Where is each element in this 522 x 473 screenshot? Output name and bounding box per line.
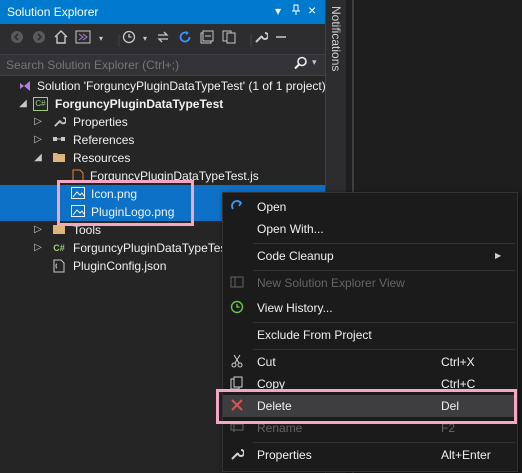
menu-item-cut[interactable]: Cut Ctrl+X [223,351,517,373]
tree-row-resources[interactable]: ◢ Resources [0,149,325,167]
panel-dropdown-icon[interactable]: ▾ [275,4,281,18]
menu-separator [253,322,515,323]
csharp-file-icon: C# [53,243,65,253]
menu-shortcut: Alt+Enter [441,448,491,462]
show-all-files-icon[interactable] [220,30,238,48]
collapse-all-icon[interactable] [198,30,216,48]
references-icon [52,133,66,147]
highlight-box-files [57,180,194,226]
context-menu: Open Open With... Code Cleanup ▶ New Sol… [222,192,518,472]
sync-icon[interactable] [154,30,172,48]
solution-label: Solution 'ForguncyPluginDataTypeTest' (1… [37,79,326,93]
highlight-box-delete [216,389,517,424]
scissors-icon [229,354,245,370]
submenu-arrow-icon: ▶ [495,251,502,260]
tree-row-project[interactable]: ◢ C# ForguncyPluginDataTypeTest [0,95,325,113]
history-icon [229,300,245,316]
menu-label: Open With... [257,222,324,236]
menu-item-open-with[interactable]: Open With... [223,218,517,240]
search-icon[interactable] [294,56,308,73]
search-bar: ▾ [0,54,325,76]
dropdown-icon[interactable]: ▾ [92,30,110,48]
open-icon [229,199,245,215]
menu-separator [253,349,515,350]
vs-icon[interactable] [74,30,92,48]
menu-separator [253,243,515,244]
menu-item-exclude[interactable]: Exclude From Project [223,324,517,346]
menu-label: Code Cleanup [257,249,334,263]
minus-icon[interactable] [272,30,290,48]
notifications-tab[interactable]: Notifications [329,6,343,71]
collapse-arrow-icon[interactable]: ▷ [33,221,43,239]
new-view-icon [229,275,245,291]
tree-row-solution[interactable]: Solution 'ForguncyPluginDataTypeTest' (1… [0,77,326,95]
forward-icon[interactable] [30,30,48,48]
menu-item-properties[interactable]: Properties Alt+Enter [223,444,517,466]
menu-item-new-view: New Solution Explorer View [223,272,517,294]
panel-title: Solution Explorer [7,5,99,19]
project-label: ForguncyPluginDataTypeTest [55,97,224,111]
menu-label: New Solution Explorer View [257,276,405,290]
csharp-project-icon: C# [33,97,48,111]
menu-label: Properties [257,448,312,462]
menu-label: Open [257,200,287,214]
menu-separator [253,442,515,443]
menu-separator [253,270,515,271]
wrench-icon[interactable] [252,30,270,48]
expand-arrow-icon[interactable]: ◢ [18,95,28,113]
panel-title-bar: Solution Explorer ▾ × [0,0,325,24]
home-icon[interactable] [52,30,70,48]
menu-label: Cut [257,355,276,369]
menu-label: Exclude From Project [257,328,372,342]
wrench-icon [52,115,67,129]
config-label: PluginConfig.json [73,259,167,273]
collapse-arrow-icon[interactable]: ▷ [33,239,43,257]
menu-item-open[interactable]: Open [223,196,517,218]
menu-item-code-cleanup[interactable]: Code Cleanup ▶ [223,245,517,267]
solution-icon [18,79,32,93]
properties-label: Properties [73,115,128,129]
collapse-arrow-icon[interactable]: ▷ [33,113,43,131]
tree-row-references[interactable]: ▷ References [0,131,325,149]
collapse-arrow-icon[interactable]: ▷ [33,131,43,149]
tree-row-properties[interactable]: ▷ Properties [0,113,325,131]
resources-label: Resources [73,151,131,165]
pin-icon[interactable] [291,4,301,19]
wrench-icon [229,447,245,463]
refresh-icon[interactable] [176,30,194,48]
cs-file-label: ForguncyPluginDataTypeTest [73,241,230,255]
history-dropdown-icon[interactable]: ▾ [136,30,154,48]
menu-shortcut: Ctrl+X [441,355,475,369]
back-icon[interactable] [8,30,26,48]
solution-explorer-toolbar: ▾ | ▾ | [0,24,325,54]
json-file-icon [52,259,66,273]
references-label: References [73,133,135,147]
menu-label: View History... [257,301,333,315]
search-input[interactable] [6,57,276,73]
menu-item-view-history[interactable]: View History... [223,297,517,319]
expand-arrow-icon[interactable]: ◢ [33,149,43,167]
search-options-icon[interactable]: ▾ [312,57,317,68]
close-icon[interactable]: × [308,2,316,18]
folder-open-icon [52,151,66,165]
